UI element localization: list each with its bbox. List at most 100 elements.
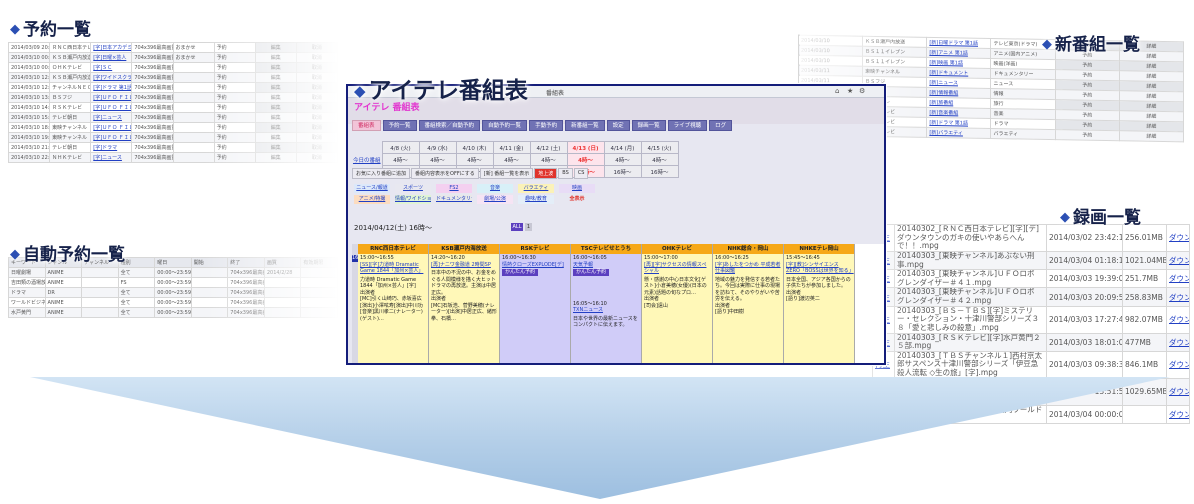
program-title[interactable]: [再][字]サクセスの情報スペシャル [644,262,710,275]
program-cell[interactable]: 14:20〜16:20 [再]ナニワ金融道 2時間SP 日本中の不況の中、お金をめぐ… [429,254,499,363]
program-cell[interactable]: 16:05〜16:10 TXNニュース 日本や世界の最新ニュースをコンパクトに伝えま… [571,299,641,330]
nav-tab[interactable]: 番組表 [352,120,381,131]
program-title[interactable]: [字]あしたをつかめ 平成若者仕事図鑑 [715,262,781,275]
genre-filter-item[interactable]: 映画 [559,184,595,193]
hour-link-early[interactable]: 4時〜 [566,153,605,166]
program-cell[interactable]: 15:00〜17:00 [再][字]サクセスの情報スペシャル 懸・感謝の中心日本文化… [642,254,712,363]
nav-tab[interactable]: 新番組一覧 [565,120,605,131]
program-cell[interactable]: 16:00〜16:05 天気予報 かんたん予約 [571,254,641,278]
download-link[interactable]: ダウンロード [1166,404,1190,424]
date-cell[interactable]: 4/13 (日) [566,141,605,154]
download-link[interactable]: ダウンロード [1166,377,1190,406]
window-title: 番組表 [546,90,565,97]
channel-header[interactable]: OHKテレビ [642,244,712,254]
date-cell[interactable]: 4/10 (木) [455,141,494,154]
hour-link-early[interactable]: 4時〜 [603,153,642,166]
hour-link-early[interactable]: 4時〜 [381,153,420,166]
genre-filter-item[interactable]: バラエティ [518,184,554,193]
toolbar-button[interactable]: [新] 番組一覧を表示 [479,168,534,179]
date-cell[interactable]: 4/9 (水) [418,141,457,154]
caption-guide: ◆ アイテレ番組表 [354,78,528,104]
hour-link-early[interactable]: 4時〜 [529,153,568,166]
hour-link-late[interactable]: 16時〜 [603,165,642,178]
caption-new-programs: ◆ 新番組一覧 [1042,35,1140,55]
home-icon[interactable]: ⌂ [835,87,839,95]
genre-filter-item[interactable]: 劇場/公演 [477,195,513,204]
program-title[interactable]: 情熱クローズEXPLODE[デ] [502,262,568,269]
nav-tab[interactable]: 録画一覧 [631,120,666,131]
date-row: 4時〜 4時〜 4時〜 4時〜 4時〜 4時〜 4時〜 4時〜 [352,153,679,166]
date-cell[interactable]: 4/12 (土) [529,141,568,154]
channel-header[interactable]: NHKEテレ岡山 [784,244,854,254]
date-row: 今日の番組 4/8 (火) 4/9 (水) 4/10 (木) 4/11 (金) 4/12 … [352,141,679,178]
nav-tab[interactable]: 予約一覧 [382,120,417,131]
date-cell[interactable]: 4/8 (火) [381,141,420,154]
channel-header[interactable]: RSKテレビ [500,244,570,254]
recording-size [1122,404,1167,424]
program-description: 懸・感謝の中心日本文化[ゲスト]小倉美穂(女優)(日本の元素)話題の旬なプロ… … [644,276,707,309]
nav-tab[interactable]: 自動予約一覧 [482,120,528,131]
program-cell[interactable]: 15:45〜16:45 [字][教]シンサイエンス ZERO「BOSSは世界を知る… [784,254,854,363]
toolbar-button[interactable]: CS [573,168,589,179]
channel-column: RNC西日本テレビ 15:00〜16:55 [SS][字]力道時 Dramatic … [358,244,429,363]
toolbar-button[interactable]: お気に入り番組に追加 [352,168,411,179]
genre-filter-item[interactable]: 音楽 [477,184,513,193]
program-cell[interactable]: 16:00〜16:25 [字]あしたをつかめ 平成若者仕事図鑑 地域の魅力を発信する… [713,254,783,363]
program-description: 日本全国、アジア各国からの子供たちが参加しました。 出演者 [語り]渡辺英二 [786,276,851,303]
nav-tab[interactable]: 手動予約 [529,120,564,131]
quick-reserve-button[interactable]: かんたん予約 [502,269,539,276]
date-cell[interactable]: 4/15 (火) [640,141,679,154]
genre-filter-item[interactable]: 趣味/教育 [518,195,554,204]
hour-link-early[interactable]: 4時〜 [455,153,494,166]
program-title[interactable]: [再]ナニワ金融道 2時間SP [431,262,497,269]
nav-tab[interactable]: ログ [709,120,733,131]
hour-all-button[interactable]: ALL [511,223,523,231]
genre-filter-item[interactable]: アニメ/特撮 [354,195,390,204]
program-title[interactable]: TXNニュース [573,307,639,314]
hour-link-early[interactable]: 4時〜 [418,153,457,166]
caption-recordings: ◆ 録画一覧 [1060,208,1141,228]
channel-column: NHK総合・岡山 16:00〜16:25 [字]あしたをつかめ 平成若者仕事図鑑 地域… [713,244,784,363]
nav-tab[interactable]: ライブ視聴 [667,120,708,131]
nav-tab[interactable]: 設定 [606,120,630,131]
date-cell[interactable]: 4/11 (金) [492,141,531,154]
toolbar-button[interactable]: 番組内容表示をOFFにする [411,168,479,179]
program-cell[interactable]: 16:00〜16:30 情熱クローズEXPLODE[デ] かんたん予約 [500,254,570,363]
main-nav: 番組表 予約一覧 番組検索／自動予約 自動予約一覧 手動予約 新番組一覧 設定 録画一覧 ライブ… [352,120,733,131]
toolbar-button[interactable]: BS [558,168,573,179]
channel-header[interactable]: RNC西日本テレビ [358,244,428,254]
genre-filter-item[interactable]: ニュース/報道 [354,184,390,193]
program-title[interactable]: [SS][字]力道時 Dramatic Game 1844「加州×芸人」 [360,262,426,275]
caption-auto-reservation-list: ◆ 自動予約一覧 [10,245,125,265]
program-title[interactable]: [字][教]シンサイエンス ZERO「BOSSは世界を知る」 [786,262,854,275]
genre-filter-item[interactable]: ドキュメンタリー/教養 [436,195,472,204]
genre-filter-item [600,184,636,193]
date-cell[interactable]: 4/14 (月) [603,141,642,154]
channel-header[interactable]: KSB瀬戸内海放送 [429,244,499,254]
timeline-label: 2014/04/12(土) 16時〜 [354,224,432,232]
program-description: 日本や世界の最新ニュースをコンパクトに伝えます。 [573,315,638,329]
gear-icon[interactable]: ⚙ [859,87,865,95]
recording-date: 2014/03/04 00:00:00 [1046,404,1123,424]
genre-filter-item[interactable]: スポーツ [395,184,431,193]
star-icon[interactable]: ★ [847,87,853,95]
channel-header[interactable]: TSCテレビせとうち [571,244,641,254]
program-title[interactable]: 天気予報 [573,262,639,269]
program-description: 力道時 Dramatic Game 1844「加州×芸人」[字] 出演者 [MC… [360,276,423,322]
channel-column: OHKテレビ 15:00〜17:00 [再][字]サクセスの情報スペシャル 懸・感謝の… [642,244,713,363]
hour-link-late[interactable]: 16時〜 [640,165,679,178]
hour-link-early[interactable]: 4時〜 [640,153,679,166]
quick-reserve-button[interactable]: かんたん予約 [573,269,610,276]
program-grid: 16 RNC西日本テレビ 15:00〜16:55 [SS][字]力道時 Dramati… [352,244,884,363]
program-cell[interactable]: 15:00〜16:55 [SS][字]力道時 Dramatic Game 1844… [358,254,428,363]
genre-filter-item[interactable]: FS2 [436,184,472,193]
hour-link-early[interactable]: 4時〜 [492,153,531,166]
nav-tab[interactable]: 番組検索／自動予約 [418,120,481,131]
hour-next-button[interactable]: 1 [525,223,532,231]
channel-header[interactable]: NHK総合・岡山 [713,244,783,254]
toolbar-button[interactable]: 地上波 [534,168,558,179]
genre-filter-item[interactable]: 全表示 [559,195,595,204]
program-description: 日本中の不況の中、お金をめぐる人間模様を描く大ヒットドラマの再放送。主演は中居正… [431,270,497,322]
genre-filter-item[interactable]: 情報/ワイドショー [395,195,431,204]
caption-reservation-list: ◆ 予約一覧 [10,20,91,40]
